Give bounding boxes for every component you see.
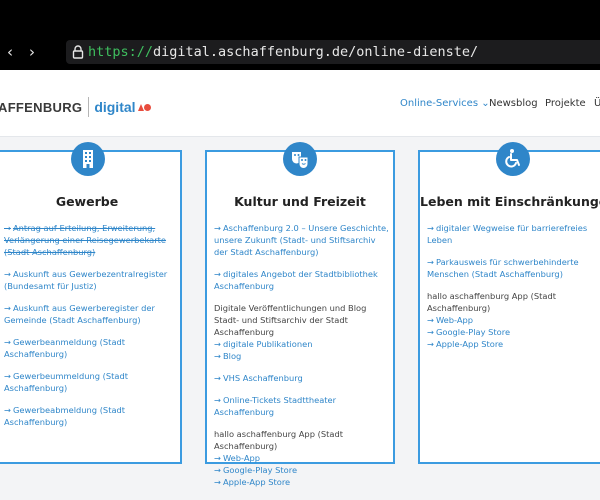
card-gewerbe: Gewerbe → Antrag auf Erteilung, Erweiteru… [0, 142, 182, 464]
card-title-kultur: Kultur und Freizeit [234, 194, 366, 209]
arrow-right-icon: → [214, 465, 221, 475]
group-hallo-app-text: hallo aschaffenburg App (Stadt Aschaffen… [214, 429, 343, 451]
url-text: https://digital.aschaffenburg.de/online-… [88, 40, 478, 64]
arrow-right-icon: → [427, 315, 434, 325]
link-web-app-2[interactable]: → Web-App [427, 314, 600, 326]
lock-icon [72, 45, 84, 59]
link-blog[interactable]: → Blog [214, 350, 389, 362]
arrow-right-icon: → [214, 351, 221, 361]
nav-projekte[interactable]: Projekte [545, 98, 586, 109]
link-reisegewerbekarte[interactable]: → Antrag auf Erteilung, Erweiterung, Verl… [4, 222, 176, 258]
logo-mark-icon [137, 104, 151, 111]
link-gewerbeummeldung[interactable]: → Gewerbeummeldung (Stadt Aschaffenburg) [4, 370, 176, 394]
card-kultur-freizeit: Kultur und Freizeit → Aschaffenburg 2.0 –… [205, 142, 395, 487]
link-stadttheater-tickets[interactable]: → Online-Tickets Stadttheater Aschaffenbu… [214, 394, 389, 418]
card-title-leben: Leben mit Einschränkungen [420, 194, 600, 209]
url-path: digital.aschaffenburg.de/online-dienste/ [153, 44, 479, 60]
web-page: AFFENBURG digital Online-Services ⌄ News… [0, 70, 600, 500]
link-stadtbibliothek[interactable]: → digitales Angebot der Stadtbibliothek A… [214, 268, 389, 292]
arrow-right-icon: → [4, 269, 11, 279]
site-header: AFFENBURG digital Online-Services ⌄ News… [0, 70, 600, 137]
arrow-right-icon: → [4, 223, 11, 233]
building-icon [71, 142, 105, 176]
arrow-right-icon: → [427, 223, 434, 233]
link-aschaffenburg-2-0[interactable]: → Aschaffenburg 2.0 – Unsere Geschichte, … [214, 222, 389, 258]
link-barrierefrei-wegweiser[interactable]: → digitaler Wegweise für barrierefreies L… [427, 222, 600, 246]
browser-toolbar [0, 0, 600, 36]
group-publikationen-text: Digitale Veröffentlichungen und Blog Sta… [214, 303, 367, 337]
arrow-right-icon: → [4, 405, 11, 415]
link-gewerbezentralregister[interactable]: → Auskunft aus Gewerbezentralregister (Bu… [4, 268, 176, 292]
link-vhs[interactable]: → VHS Aschaffenburg [214, 372, 389, 384]
link-parkausweis[interactable]: → Parkausweis für schwerbehinderte Mensch… [427, 256, 600, 280]
arrow-right-icon: → [4, 371, 11, 381]
chevron-right-icon: › [29, 43, 35, 61]
link-google-play[interactable]: → Google-Play Store [214, 464, 389, 476]
logo-city-text: AFFENBURG [0, 99, 83, 115]
arrow-right-icon: → [214, 223, 221, 233]
arrow-right-icon: → [427, 339, 434, 349]
arrow-right-icon: → [214, 453, 221, 463]
arrow-right-icon: → [214, 477, 221, 487]
link-web-app[interactable]: → Web-App [214, 452, 389, 464]
arrow-right-icon: → [4, 303, 11, 313]
nav-more[interactable]: Ü [594, 98, 600, 109]
link-google-play-2[interactable]: → Google-Play Store [427, 326, 600, 338]
group-publikationen: Digitale Veröffentlichungen und Blog Sta… [214, 302, 389, 362]
link-apple-app-store[interactable]: → Apple-App Store [214, 476, 389, 488]
link-gewerbeabmeldung[interactable]: → Gewerbeabmeldung (Stadt Aschaffenburg) [4, 404, 176, 428]
arrow-right-icon: → [427, 257, 434, 267]
arrow-right-icon: → [214, 395, 221, 405]
arrow-right-icon: → [214, 373, 221, 383]
card-leben-einschraenkungen: Leben mit Einschränkungen → digitaler Weg… [418, 142, 600, 464]
url-protocol: https:// [88, 44, 154, 60]
group-hallo-app-2: hallo aschaffenburg App (Stadt Aschaffen… [427, 290, 600, 350]
group-hallo-app-2-text: hallo aschaffenburg App (Stadt Aschaffen… [427, 291, 556, 313]
chevron-left-icon: ‹ [7, 43, 13, 61]
group-hallo-app: hallo aschaffenburg App (Stadt Aschaffen… [214, 428, 389, 488]
arrow-right-icon: → [427, 327, 434, 337]
arrow-right-icon: → [214, 339, 221, 349]
link-digitale-publikationen[interactable]: → digitale Publikationen [214, 338, 389, 350]
forward-button[interactable]: › [22, 40, 42, 64]
card-title-gewerbe: Gewerbe [55, 194, 119, 209]
link-apple-app-store-2[interactable]: → Apple-App Store [427, 338, 600, 350]
arrow-right-icon: → [214, 269, 221, 279]
logo-digital-text: digital [94, 99, 136, 115]
link-gewerberegister[interactable]: → Auskunft aus Gewerberegister der Gemein… [4, 302, 176, 326]
link-gewerbeanmeldung[interactable]: → Gewerbeanmeldung (Stadt Aschaffenburg) [4, 336, 176, 360]
wheelchair-icon [496, 142, 530, 176]
site-logo[interactable]: AFFENBURG digital [0, 96, 151, 118]
theater-masks-icon [283, 142, 317, 176]
back-button[interactable]: ‹ [0, 40, 20, 64]
arrow-right-icon: → [4, 337, 11, 347]
address-bar[interactable]: https://digital.aschaffenburg.de/online-… [66, 40, 600, 64]
logo-divider [88, 97, 90, 117]
nav-online-services[interactable]: Online-Services ⌄ [400, 98, 490, 109]
nav-newsblog[interactable]: Newsblog [489, 98, 538, 109]
